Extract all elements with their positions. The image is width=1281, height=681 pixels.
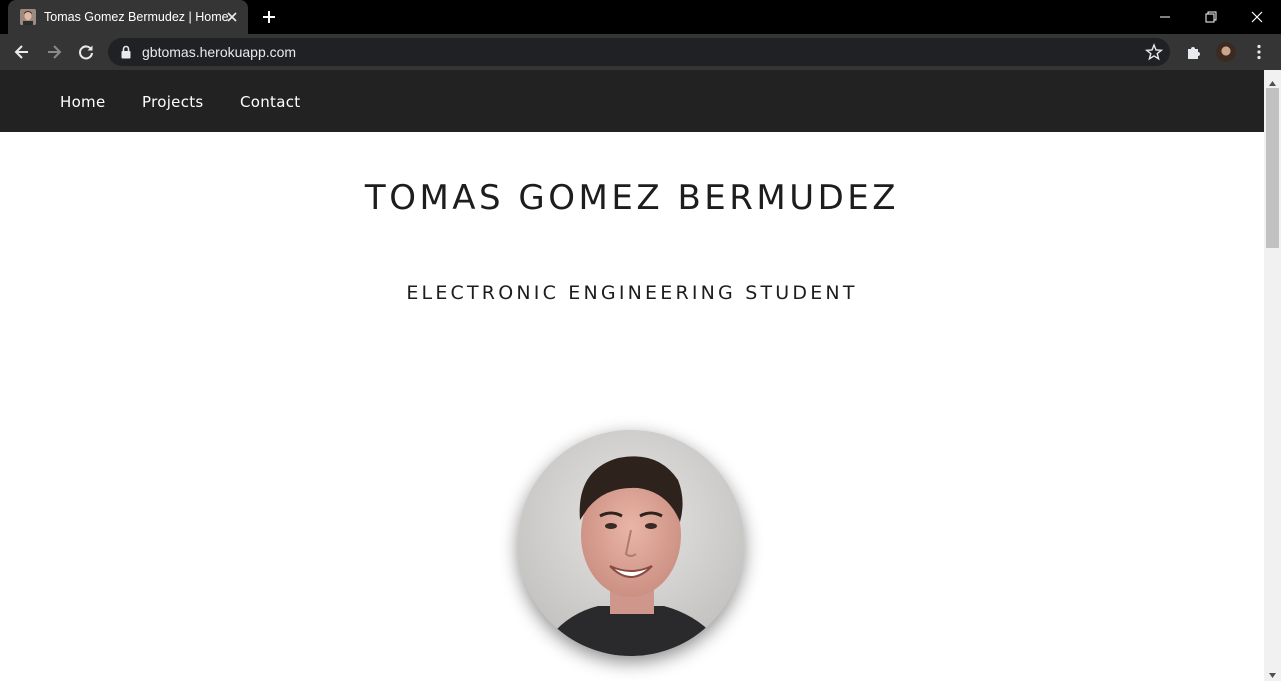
- reload-icon[interactable]: [76, 42, 96, 62]
- new-tab-icon[interactable]: [260, 8, 278, 26]
- restore-icon[interactable]: [1202, 8, 1220, 26]
- minimize-icon[interactable]: [1156, 8, 1174, 26]
- scroll-up-icon[interactable]: [1268, 75, 1277, 86]
- extensions-icon[interactable]: [1185, 43, 1203, 61]
- forward-arrow-icon[interactable]: [44, 42, 64, 62]
- profile-photo: [518, 430, 744, 656]
- nav-link-home[interactable]: Home: [60, 93, 106, 111]
- tab-title: Tomas Gomez Bermudez | Home: [44, 10, 229, 24]
- page-subtitle: ELECTRONIC ENGINEERING STUDENT: [406, 282, 858, 304]
- page-scrollbar[interactable]: [1264, 70, 1281, 681]
- star-icon[interactable]: [1144, 43, 1164, 61]
- back-arrow-icon[interactable]: [12, 42, 32, 62]
- scroll-down-icon[interactable]: [1268, 667, 1277, 678]
- lock-icon[interactable]: [120, 45, 132, 59]
- browser-titlebar: Tomas Gomez Bermudez | Home: [0, 0, 1281, 34]
- page-title: TOMAS GOMEZ BERMUDEZ: [364, 178, 900, 218]
- nav-link-contact[interactable]: Contact: [240, 93, 300, 111]
- tab-close-icon[interactable]: [224, 9, 240, 25]
- kebab-menu-icon[interactable]: [1250, 43, 1268, 61]
- scroll-thumb[interactable]: [1266, 88, 1279, 248]
- nav-link-projects[interactable]: Projects: [142, 93, 204, 111]
- close-window-icon[interactable]: [1248, 8, 1266, 26]
- site-navbar: Home Projects Contact: [0, 70, 1264, 132]
- profile-avatar[interactable]: [1216, 42, 1236, 62]
- favicon-icon: [20, 9, 36, 25]
- url-text[interactable]: gbtomas.herokuapp.com: [142, 44, 296, 60]
- main-content: TOMAS GOMEZ BERMUDEZ ELECTRONIC ENGINEER…: [0, 132, 1264, 681]
- browser-tab[interactable]: Tomas Gomez Bermudez | Home: [8, 0, 248, 34]
